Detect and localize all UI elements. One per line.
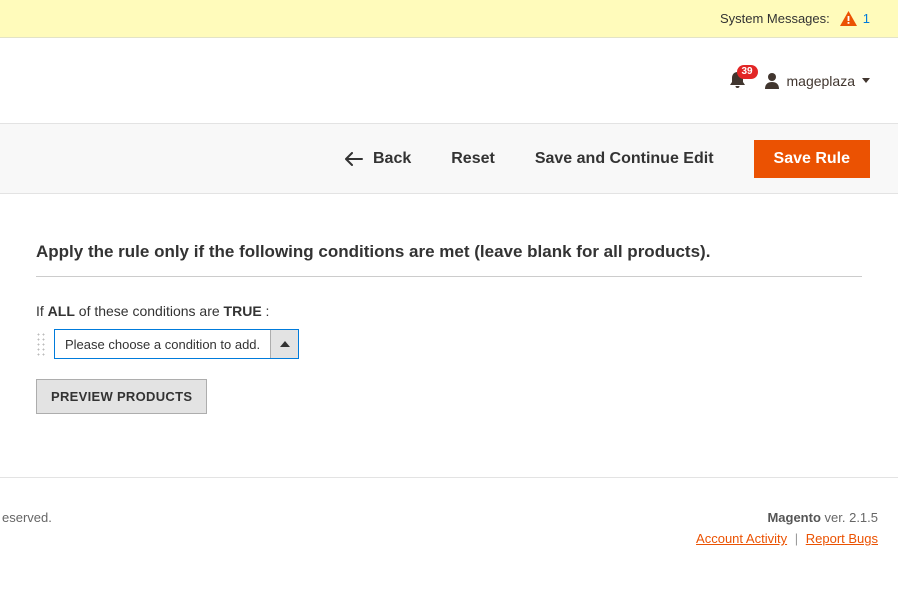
footer-version: ver. 2.1.5	[821, 510, 878, 525]
condition-sentence: If ALL of these conditions are TRUE :	[36, 303, 862, 319]
sentence-mid: of these conditions are	[75, 303, 224, 319]
user-menu[interactable]: mageplaza	[764, 72, 871, 89]
back-button[interactable]: Back	[345, 150, 411, 168]
condition-value[interactable]: TRUE	[224, 303, 262, 319]
section-title: Apply the rule only if the following con…	[36, 242, 862, 277]
footer-right: Magento ver. 2.1.5 Account Activity | Re…	[696, 510, 878, 546]
user-name: mageplaza	[787, 73, 856, 89]
condition-select[interactable]: Please choose a condition to add.	[54, 329, 299, 359]
page-header: 39 mageplaza	[0, 38, 898, 123]
preview-products-button[interactable]: PREVIEW PRODUCTS	[36, 379, 207, 414]
condition-row: Please choose a condition to add.	[36, 329, 862, 359]
save-rule-button[interactable]: Save Rule	[754, 140, 870, 178]
condition-select-toggle[interactable]	[270, 330, 298, 358]
footer-links: Account Activity | Report Bugs	[696, 531, 878, 546]
action-bar: Back Reset Save and Continue Edit Save R…	[0, 123, 898, 194]
chevron-up-icon	[280, 341, 290, 347]
chevron-down-icon	[862, 78, 870, 83]
reset-button[interactable]: Reset	[451, 150, 495, 168]
footer-left: eserved.	[2, 510, 52, 525]
system-messages-label: System Messages:	[720, 11, 830, 26]
account-activity-link[interactable]: Account Activity	[696, 531, 787, 546]
back-label: Back	[373, 150, 411, 168]
link-separator: |	[795, 531, 798, 546]
notifications-button[interactable]: 39	[729, 71, 746, 90]
sentence-prefix: If	[36, 303, 48, 319]
system-messages-bar[interactable]: System Messages: 1	[0, 0, 898, 38]
content-area: Apply the rule only if the following con…	[0, 194, 898, 414]
system-messages-count[interactable]: 1	[863, 11, 870, 26]
arrow-left-icon	[345, 152, 363, 166]
sentence-suffix: :	[262, 303, 270, 319]
footer-brand: Magento	[767, 510, 820, 525]
condition-select-text[interactable]: Please choose a condition to add.	[55, 330, 270, 358]
warning-icon	[840, 11, 857, 26]
notification-badge: 39	[737, 65, 758, 79]
drag-handle-icon[interactable]	[36, 332, 46, 356]
footer: eserved. Magento ver. 2.1.5 Account Acti…	[0, 500, 898, 546]
footer-separator	[0, 477, 898, 478]
save-continue-button[interactable]: Save and Continue Edit	[535, 150, 714, 168]
user-icon	[764, 72, 780, 89]
report-bugs-link[interactable]: Report Bugs	[806, 531, 878, 546]
condition-aggregator[interactable]: ALL	[48, 303, 75, 319]
